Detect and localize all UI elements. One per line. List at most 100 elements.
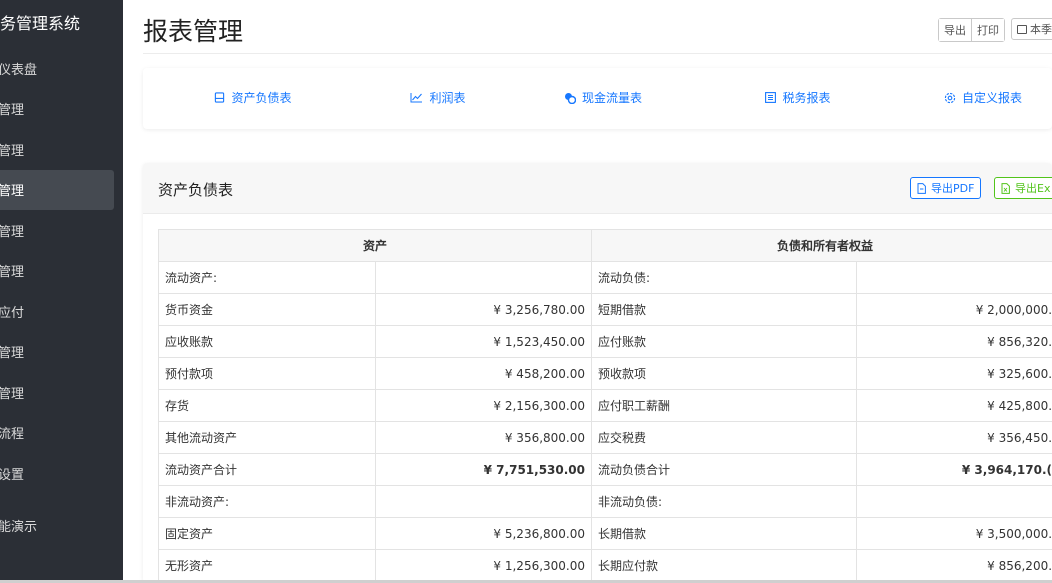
page-title: 报表管理 [143,17,244,46]
balance-sheet-body: 流动资产: 流动负债: 货币资金 ¥ 3,256,780.00 短期借款 ¥ 2,000,… [158,261,1052,582]
liability-name-cell: 流动负债合计 [591,453,858,486]
sidebar-item-label: 能演示 [0,520,38,536]
main-content: 报表管理 导出 打印 本季 资产负债表 利润表 现金流量表 税务报表 自定义报表… [123,0,1052,583]
asset-value-cell [374,261,593,294]
liability-name-cell: 长期借款 [591,517,858,550]
header-actions: 导出 打印 本季 [938,18,1052,42]
liability-value-cell: ¥ 3,964,170.( [856,453,1052,486]
liability-value-cell [856,261,1052,294]
table-row: 固定资产 ¥ 5,236,800.00 长期借款 ¥ 3,500,000. [158,517,1052,550]
liability-name-cell: 预收款项 [591,357,858,390]
table-row: 存货 ¥ 2,156,300.00 应付职工薪酬 ¥ 425,800. [158,389,1052,422]
asset-value-cell: ¥ 458,200.00 [374,357,593,390]
liability-value-cell: ¥ 856,200. [856,549,1052,582]
asset-value-cell: ¥ 2,156,300.00 [374,389,593,422]
sidebar-item-label: 管理 [0,386,25,402]
sidebar: 务管理系统 仪表盘 管理 管理 管理 管理 管理 应付 管理 管理 流程 设置 能演示 [0,0,123,583]
table-row: 无形资产 ¥ 1,256,300.00 长期应付款 ¥ 856,200. [158,549,1052,582]
liability-value-cell: ¥ 3,500,000. [856,517,1052,550]
liability-value-cell [856,485,1052,518]
liabilities-header: 负债和所有者权益 [591,229,1052,262]
sidebar-item[interactable]: 设置 [0,453,123,494]
sidebar-item-label: 管理 [0,265,25,281]
sidebar-item[interactable]: 能演示 [0,506,123,547]
asset-value-cell: ¥ 3,256,780.00 [374,293,593,326]
sidebar-item-label: 仪表盘 [0,62,38,78]
tab-custom-report[interactable]: 自定义报表 [918,82,1048,113]
tab-balance-sheet[interactable]: 资产负债表 [158,82,348,113]
sidebar-item[interactable]: 管理 [0,332,123,373]
export-excel-label: 导出Ex [1015,182,1051,195]
tab-tax-report[interactable]: 税务报表 [738,82,858,113]
table-row: 货币资金 ¥ 3,256,780.00 短期借款 ¥ 2,000,000. [158,293,1052,326]
liability-value-cell: ¥ 425,800. [856,389,1052,422]
header-divider [143,53,1052,54]
sidebar-item[interactable]: 管理 [0,129,123,170]
liability-name-cell: 应付职工薪酬 [591,389,858,422]
tab-label: 自定义报表 [961,91,1022,105]
report-title: 资产负债表 [158,181,234,199]
sidebar-item[interactable]: 管理 [0,169,114,210]
table-row: 预付款项 ¥ 458,200.00 预收款项 ¥ 325,600. [158,357,1052,390]
settings-icon [944,92,956,104]
asset-value-cell: ¥ 7,751,530.00 [374,453,593,486]
sidebar-item-label: 设置 [0,467,25,483]
tab-cash-flow[interactable]: 现金流量表 [543,82,663,113]
sidebar-item-label: 管理 [0,143,25,159]
liability-value-cell: ¥ 356,450. [856,421,1052,454]
asset-value-cell: ¥ 5,236,800.00 [374,517,593,550]
asset-value-cell: ¥ 1,256,300.00 [374,549,593,582]
liability-name-cell: 长期应付款 [591,549,858,582]
sidebar-item-label: 管理 [0,184,25,200]
sidebar-item-label: 管理 [0,346,25,362]
tax-report-icon [765,92,777,103]
asset-name-cell: 其他流动资产 [158,421,376,454]
sidebar-item[interactable]: 流程 [0,413,123,454]
sidebar-item[interactable]: 管理 [0,89,123,130]
sidebar-item[interactable]: 应付 [0,291,123,332]
liability-name-cell: 短期借款 [591,293,858,326]
tab-label: 现金流量表 [581,91,642,105]
liability-name-cell: 应付账款 [591,325,858,358]
liability-name-cell: 流动负债: [591,261,858,294]
tab-income-statement[interactable]: 利润表 [378,82,498,113]
balance-sheet-table: 资产 负债和所有者权益 流动资产: 流动负债: 货币资金 ¥ 3,256,780.00… [157,229,1052,582]
export-button[interactable]: 导出 [939,19,971,41]
liability-value-cell: ¥ 856,320. [856,325,1052,358]
date-range-button[interactable]: 本季 [1011,18,1052,40]
asset-name-cell: 流动资产: [158,261,376,294]
print-button[interactable]: 打印 [971,19,1004,41]
asset-name-cell: 固定资产 [158,517,376,550]
sidebar-item-label: 应付 [0,305,25,321]
export-excel-button[interactable]: 导出Ex [994,177,1052,199]
table-row: 非流动资产: 非流动负债: [158,485,1052,518]
asset-name-cell: 流动资产合计 [158,453,376,486]
cash-flow-icon [564,92,576,104]
asset-name-cell: 应收账款 [158,325,376,358]
asset-value-cell: ¥ 1,523,450.00 [374,325,593,358]
date-range-label: 本季 [1030,23,1052,36]
export-print-group: 导出 打印 [938,18,1005,42]
sidebar-nav: 仪表盘 管理 管理 管理 管理 管理 应付 管理 管理 流程 设置 能演示 [0,48,123,546]
asset-name-cell: 存货 [158,389,376,422]
file-pdf-icon [917,182,926,194]
table-row: 流动资产合计 ¥ 7,751,530.00 流动负债合计 ¥ 3,964,170.( [158,453,1052,486]
sidebar-item-label: 管理 [0,224,25,240]
sidebar-item-label: 流程 [0,427,25,443]
sidebar-item[interactable]: 管理 [0,210,123,251]
tab-label: 税务报表 [782,91,831,105]
table-row: 应收账款 ¥ 1,523,450.00 应付账款 ¥ 856,320. [158,325,1052,358]
liability-value-cell: ¥ 325,600. [856,357,1052,390]
export-pdf-button[interactable]: 导出PDF [910,177,982,199]
report-card: 资产负债表 导出PDF 导出Ex 资产 负债和所有者权益 流动资产: 流动负债: 货… [143,163,1052,583]
sidebar-item[interactable]: 管理 [0,372,123,413]
asset-name-cell: 非流动资产: [158,485,376,518]
report-header: 资产负债表 导出PDF 导出Ex [143,163,1052,214]
file-excel-icon [1001,182,1010,194]
sidebar-item[interactable]: 仪表盘 [0,48,123,89]
report-tabs: 资产负债表 利润表 现金流量表 税务报表 自定义报表 [143,68,1052,129]
sidebar-item[interactable]: 管理 [0,251,123,292]
table-row: 流动资产: 流动负债: [158,261,1052,294]
calendar-icon [1017,24,1027,34]
liability-name-cell: 非流动负债: [591,485,858,518]
